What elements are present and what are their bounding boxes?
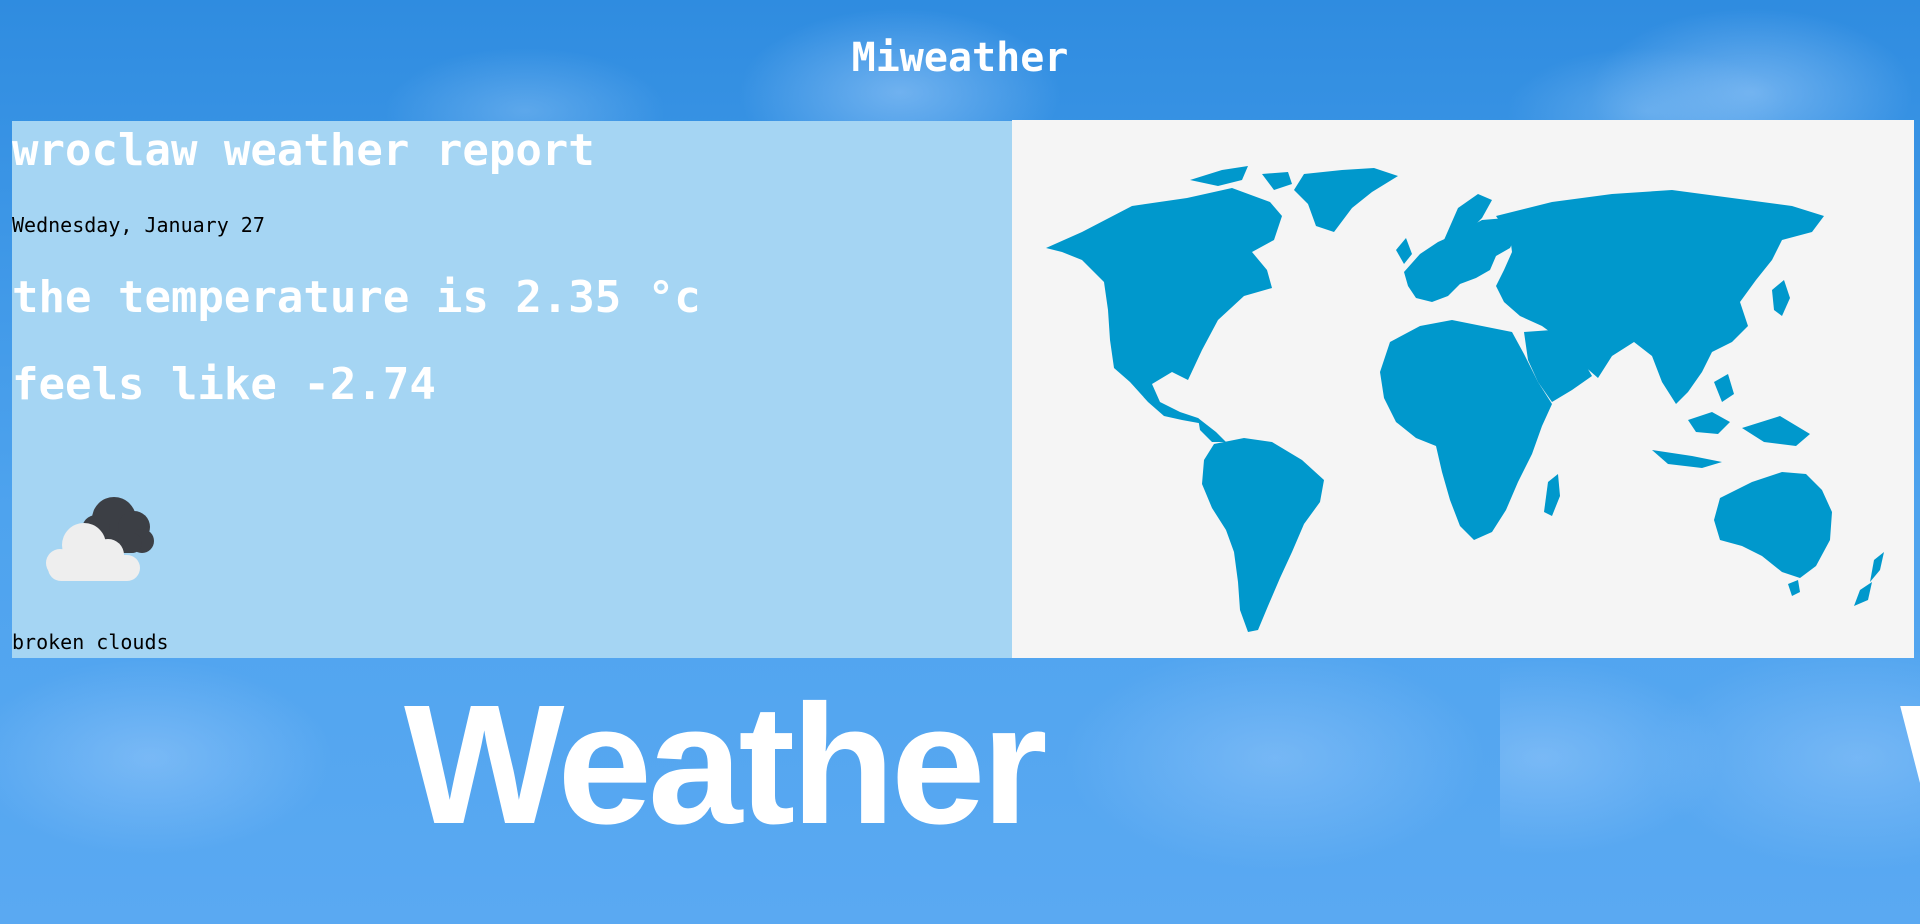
temperature-text: the temperature is 2.35 °c — [12, 272, 701, 323]
report-date: Wednesday, January 27 — [12, 213, 265, 237]
feels-like-text: feels like -2.74 — [12, 359, 436, 410]
background-weather-banner-partial: W — [1900, 680, 1920, 850]
report-heading: wroclaw weather report — [12, 125, 595, 176]
world-map-image — [1046, 166, 1884, 632]
weather-report-panel: wroclaw weather report Wednesday, Januar… — [12, 121, 1012, 658]
background-weather-banner: Weather — [404, 670, 1048, 860]
app-title: Miweather — [851, 35, 1069, 81]
weather-description: broken clouds — [12, 630, 169, 654]
world-map-panel — [1012, 120, 1914, 658]
broken-clouds-icon — [34, 489, 154, 585]
